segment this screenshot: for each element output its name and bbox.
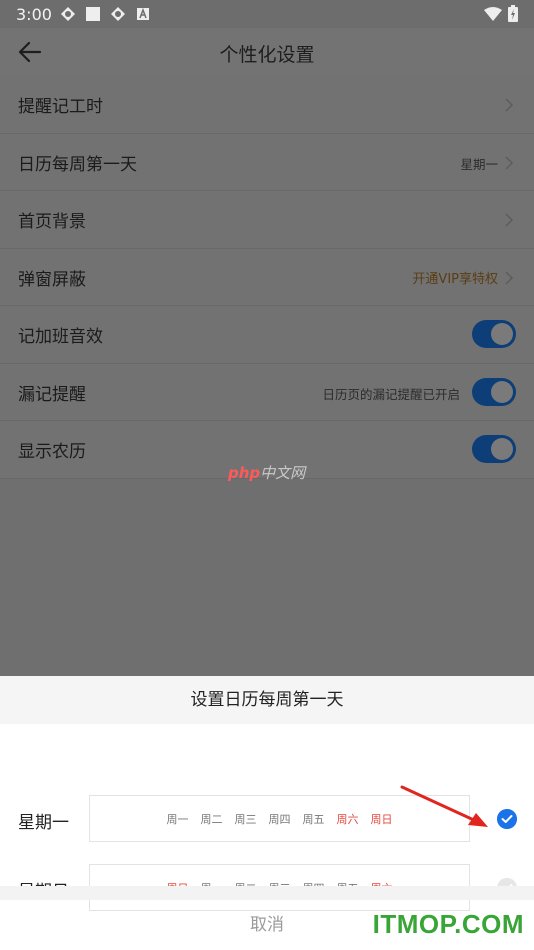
- settings-row-value: 星期一: [460, 156, 498, 172]
- toggle-knob: [491, 438, 513, 460]
- settings-row-label: 弹窗屏蔽: [18, 269, 86, 290]
- settings-row-label: 提醒记工时: [18, 97, 103, 117]
- weekend-label: 周日: [370, 812, 393, 826]
- settings-row-week-start[interactable]: 日历每周第一天 星期一: [0, 133, 534, 191]
- weekday-label: 周五: [302, 812, 325, 826]
- weekend-label: 周六: [336, 812, 359, 826]
- status-bar: 3:00: [0, 0, 534, 28]
- wifi-icon: [484, 6, 502, 21]
- chevron-right-icon: [505, 270, 514, 285]
- settings-row-label: 日历每周第一天: [18, 154, 137, 175]
- settings-row-note: 日历页的漏记提醒已开启: [322, 386, 460, 402]
- settings-row-home-background[interactable]: 首页背景: [0, 191, 534, 249]
- weekday-label: 周一: [166, 812, 189, 826]
- sync-icon: [110, 7, 125, 21]
- php-watermark-text: 中文网: [260, 464, 306, 482]
- settings-list: 提醒记工时 日历每周第一天 星期一 首页背景 弹窗屏蔽 开通VIP享特权 记加班…: [0, 76, 534, 479]
- square-icon: [85, 7, 100, 21]
- battery-icon: [508, 5, 518, 22]
- sheet-title: 设置日历每周第一天: [0, 676, 534, 724]
- settings-row-popup-block[interactable]: 弹窗屏蔽 开通VIP享特权: [0, 248, 534, 306]
- sheet-divider: [0, 886, 534, 900]
- chevron-right-icon: [505, 155, 514, 170]
- settings-row-overtime-sound: 记加班音效: [0, 306, 534, 364]
- settings-row-missed-reminder: 漏记提醒 日历页的漏记提醒已开启: [0, 363, 534, 421]
- settings-row-label: 首页背景: [18, 212, 86, 232]
- settings-row-label: 记加班音效: [18, 327, 103, 347]
- weekday-label: 周三: [234, 812, 257, 826]
- top-app-bar: 个性化设置: [0, 28, 534, 76]
- missed-reminder-toggle[interactable]: [472, 377, 516, 406]
- site-watermark: ITMOP.COM: [372, 909, 524, 939]
- app-a-icon: [136, 7, 149, 20]
- weekday-label: 周四: [268, 812, 291, 826]
- sync-icon: [60, 7, 75, 21]
- settings-row-remind-hours[interactable]: 提醒记工时: [0, 76, 534, 134]
- php-watermark: php中文网: [228, 462, 305, 483]
- php-watermark-logo: php: [228, 464, 261, 482]
- option-name: 星期一: [18, 813, 69, 833]
- settings-row-label: 漏记提醒: [18, 384, 86, 405]
- overtime-sound-toggle[interactable]: [472, 320, 516, 348]
- weekday-label: 周二: [200, 812, 223, 826]
- settings-row-label: 显示农历: [18, 442, 86, 462]
- lunar-calendar-toggle[interactable]: [472, 435, 516, 463]
- vip-promo-text: 开通VIP享特权: [412, 271, 498, 287]
- toggle-knob: [491, 323, 513, 345]
- toggle-knob: [491, 380, 513, 403]
- status-time: 3:00: [16, 4, 52, 24]
- chevron-right-icon: [505, 98, 514, 112]
- red-arrow-annotation: [400, 785, 488, 827]
- page-title: 个性化设置: [219, 44, 315, 66]
- chevron-right-icon: [505, 213, 514, 227]
- checked-circle-icon[interactable]: [497, 809, 517, 829]
